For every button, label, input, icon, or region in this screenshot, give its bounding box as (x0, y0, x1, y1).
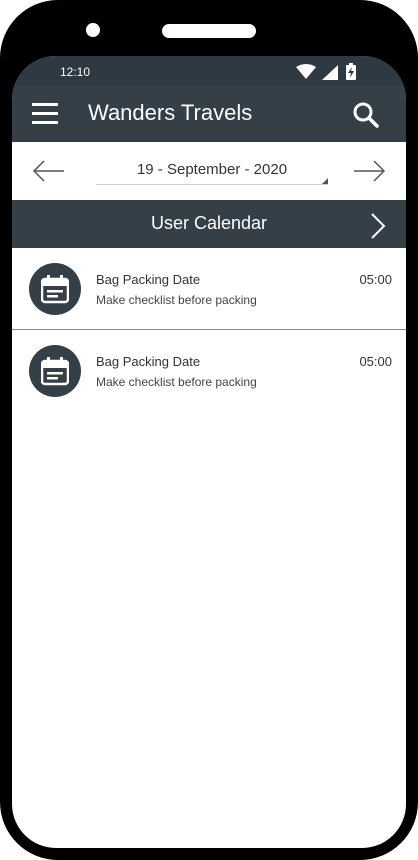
status-bar: 12:10 (12, 56, 406, 86)
chevron-right-icon[interactable] (368, 212, 388, 240)
arrow-right-icon[interactable] (352, 159, 386, 183)
list-item[interactable]: Bag Packing Date Make checklist before p… (12, 330, 406, 411)
arrow-left-icon[interactable] (32, 159, 66, 183)
status-time: 12:10 (60, 65, 91, 79)
front-camera (86, 23, 100, 37)
calendar-icon (29, 263, 81, 315)
date-navigation: 19 - September - 2020 (12, 142, 406, 200)
section-header: User Calendar (12, 200, 406, 248)
dropdown-caret-icon (322, 178, 328, 184)
search-icon[interactable] (352, 101, 380, 129)
section-title: User Calendar (150, 213, 268, 233)
calendar-icon (29, 345, 81, 397)
phone-frame: 12:10 Wanders Travels 19 - September - 2… (0, 0, 418, 860)
signal-icon (322, 65, 338, 80)
event-time: 05:00 (359, 272, 392, 287)
app-bar: Wanders Travels (12, 86, 406, 142)
app-title: Wanders Travels (88, 100, 253, 125)
event-title: Bag Packing Date (96, 272, 201, 287)
event-subtitle: Make checklist before packing (96, 375, 257, 389)
event-subtitle: Make checklist before packing (96, 293, 257, 307)
event-time: 05:00 (359, 354, 392, 369)
wifi-icon (296, 64, 316, 79)
list-item[interactable]: Bag Packing Date Make checklist before p… (12, 248, 406, 330)
phone-screen: 12:10 Wanders Travels 19 - September - 2… (12, 56, 406, 848)
battery-charging-icon (346, 63, 356, 80)
event-list: Bag Packing Date Make checklist before p… (12, 248, 406, 411)
selected-date: 19 - September - 2020 (136, 161, 288, 178)
date-dropdown[interactable]: 19 - September - 2020 (96, 152, 328, 185)
event-title: Bag Packing Date (96, 354, 201, 369)
earpiece-speaker (162, 24, 256, 38)
hamburger-menu-icon[interactable] (32, 103, 58, 125)
